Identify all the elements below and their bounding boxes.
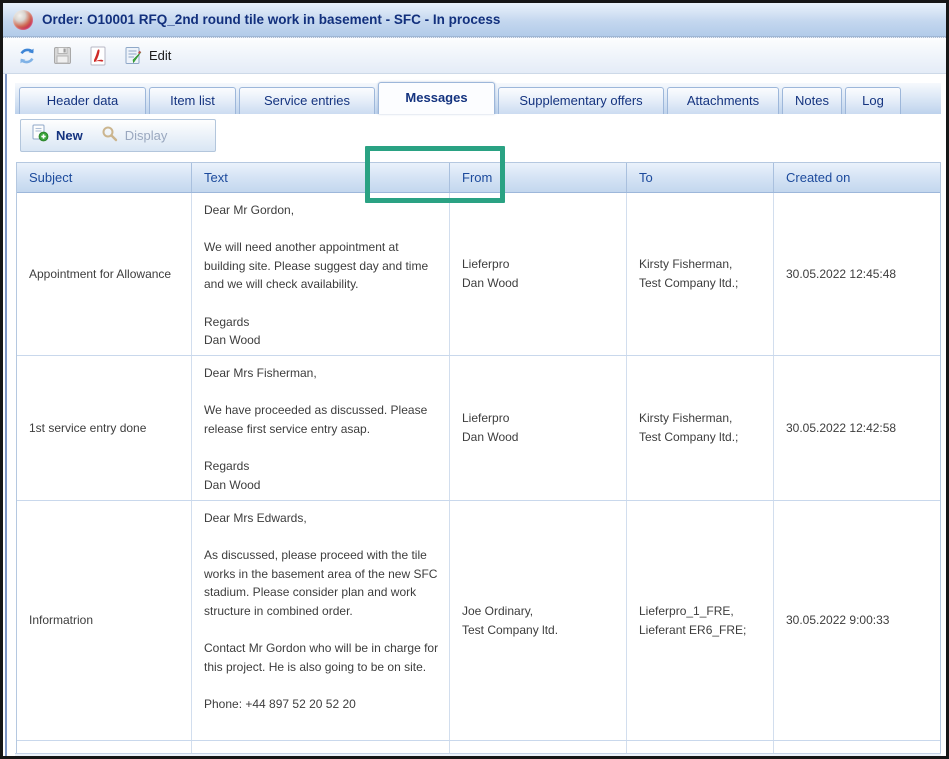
action-bar-area: New Display [14,114,942,157]
tab-header-data[interactable]: Header data [19,87,146,114]
display-message-button[interactable]: Display [101,125,168,147]
cell-subject: Appointment for Allowance [17,193,192,355]
tab-messages[interactable]: Messages [378,82,495,114]
table-row-empty [17,741,940,753]
table-header-row: Subject Text From To Created on [17,163,940,193]
new-icon [31,124,49,147]
cell-subject: 1st service entry done [17,356,192,500]
tab-strip: Header data Item list Service entries Me… [15,83,941,114]
pdf-export-button[interactable] [88,46,108,66]
column-header-text[interactable]: Text [192,163,450,192]
empty-cell [17,741,192,753]
window-bottom-frame [15,753,941,759]
cell-text: Dear Mrs Edwards, As discussed, please p… [192,501,450,740]
table-body: Appointment for AllowanceDear Mr Gordon,… [17,193,940,741]
tab-log[interactable]: Log [845,87,901,114]
edit-icon [124,46,143,65]
refresh-button[interactable] [17,46,37,66]
table-row[interactable]: 1st service entry doneDear Mrs Fisherman… [17,356,940,501]
save-icon [53,46,72,65]
messages-action-bar: New Display [20,119,216,152]
tab-attachments[interactable]: Attachments [667,87,779,114]
cell-to: Lieferpro_1_FRE, Lieferant ER6_FRE; [627,501,774,740]
tab-item-list[interactable]: Item list [149,87,236,114]
magnifier-icon [101,125,118,147]
cell-to: Kirsty Fisherman, Test Company ltd.; [627,356,774,500]
content-area: Header data Item list Service entries Me… [5,74,946,759]
title-bar: Order: O10001 RFQ_2nd round tile work in… [3,3,946,37]
messages-table: Subject Text From To Created on Appointm… [16,162,941,753]
cell-from: Joe Ordinary, Test Company ltd. [450,501,627,740]
new-button-label: New [56,128,83,143]
main-toolbar: Edit [3,37,946,74]
tab-supplementary-offers[interactable]: Supplementary offers [498,87,664,114]
empty-cell [192,741,450,753]
display-button-label: Display [125,128,168,143]
column-header-to[interactable]: To [627,163,774,192]
tab-notes[interactable]: Notes [782,87,842,114]
empty-cell [450,741,627,753]
app-logo-icon [13,10,33,30]
cell-to: Kirsty Fisherman, Test Company ltd.; [627,193,774,355]
cell-from: Lieferpro Dan Wood [450,193,627,355]
tab-service-entries[interactable]: Service entries [239,87,375,114]
cell-subject: Informatrion [17,501,192,740]
table-row[interactable]: InformatrionDear Mrs Edwards, As discuss… [17,501,940,741]
cell-created: 30.05.2022 9:00:33 [774,501,940,740]
cell-from: Lieferpro Dan Wood [450,356,627,500]
cell-created: 30.05.2022 12:42:58 [774,356,940,500]
column-header-created-on[interactable]: Created on [774,163,940,192]
save-button[interactable] [53,46,72,65]
cell-text: Dear Mr Gordon, We will need another app… [192,193,450,355]
empty-cell [627,741,774,753]
new-message-button[interactable]: New [31,124,83,147]
empty-cell [774,741,940,753]
edit-button-label: Edit [149,48,171,63]
table-row[interactable]: Appointment for AllowanceDear Mr Gordon,… [17,193,940,356]
refresh-icon [17,46,37,66]
pdf-export-icon [88,46,108,66]
column-header-subject[interactable]: Subject [17,163,192,192]
column-header-from[interactable]: From [450,163,627,192]
window-title: Order: O10001 RFQ_2nd round tile work in… [42,12,500,27]
edit-button[interactable]: Edit [124,46,171,65]
cell-text: Dear Mrs Fisherman, We have proceeded as… [192,356,450,500]
order-window: Order: O10001 RFQ_2nd round tile work in… [0,0,949,759]
cell-created: 30.05.2022 12:45:48 [774,193,940,355]
